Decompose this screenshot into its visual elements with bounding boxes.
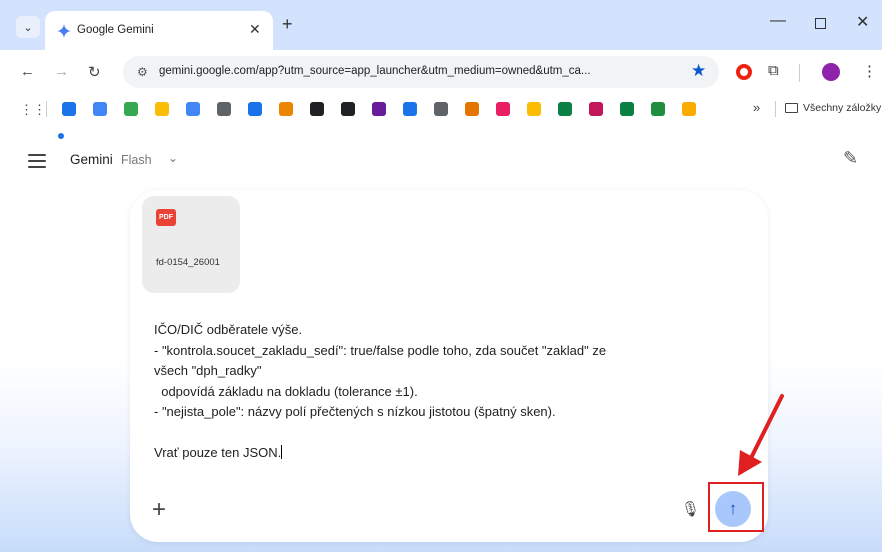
bookmark-icon[interactable]	[682, 102, 696, 116]
bookmark-icon[interactable]	[403, 102, 417, 116]
extensions-icon[interactable]: ⧉	[768, 62, 779, 79]
bookmark-icon[interactable]	[155, 102, 169, 116]
notification-dot	[58, 133, 64, 139]
attached-file-name: fd-0154_26001	[156, 257, 220, 268]
site-info-icon[interactable]: ⚙	[137, 65, 148, 79]
profile-avatar[interactable]	[822, 63, 840, 81]
menu-kebab-icon[interactable]: ⋮	[862, 62, 877, 80]
prompt-line: odpovídá základu na dokladu (tolerance ±…	[154, 383, 418, 399]
bookmark-icon[interactable]	[496, 102, 510, 116]
prompt-line: Vrať pouze ten JSON.	[154, 445, 282, 460]
bookmark-icon[interactable]	[589, 102, 603, 116]
url-text[interactable]: gemini.google.com/app?utm_source=app_lau…	[159, 65, 591, 77]
close-window-button[interactable]: ✕	[856, 12, 869, 32]
bookmark-icon[interactable]	[186, 102, 200, 116]
all-bookmarks-folder[interactable]: Všechny záložky	[803, 102, 881, 114]
folder-icon	[785, 103, 798, 113]
chevron-down-icon[interactable]: ⌄	[168, 151, 178, 165]
apps-grid-icon[interactable]: ⋮⋮	[20, 102, 46, 118]
gemini-sparkle-icon	[57, 24, 71, 38]
bookmark-icon[interactable]	[279, 102, 293, 116]
bookmark-icon[interactable]	[248, 102, 262, 116]
minimize-button[interactable]: —	[770, 12, 786, 30]
annotation-highlight-box	[708, 482, 764, 532]
prompt-textarea[interactable]: IČO/DIČ odběratele výše. - "kontrola.sou…	[154, 320, 714, 464]
prompt-last-line: Vrať pouze ten JSON.	[154, 443, 714, 464]
add-attachment-button[interactable]: +	[152, 496, 166, 524]
bookmarks-divider	[775, 101, 776, 117]
bookmark-icon[interactable]	[341, 102, 355, 116]
opera-extension-icon[interactable]	[736, 64, 752, 80]
pdf-icon: PDF	[156, 209, 176, 226]
maximize-button[interactable]	[815, 18, 826, 29]
model-selector[interactable]: Flash	[121, 153, 152, 167]
back-button[interactable]: ←	[20, 63, 35, 80]
bookmark-icon[interactable]	[372, 102, 386, 116]
bookmarks-divider	[46, 101, 47, 117]
new-chat-icon[interactable]: ✎	[843, 148, 858, 169]
reload-button[interactable]: ↻	[88, 63, 101, 81]
tab-search-button[interactable]: ⌄	[16, 16, 40, 38]
annotation-arrow-icon	[738, 394, 784, 476]
tab-title: Google Gemini	[77, 24, 154, 36]
tab-close-icon[interactable]: ✕	[249, 21, 261, 38]
bookmarks-bar: ⋮⋮ » Všechny záložky	[0, 94, 882, 124]
bookmark-icon[interactable]	[93, 102, 107, 116]
bookmark-icon[interactable]	[465, 102, 479, 116]
prompt-line	[154, 423, 714, 444]
tab-strip: ⌄ Google Gemini ✕ + — ✕	[0, 0, 882, 50]
bookmark-icon[interactable]	[310, 102, 324, 116]
attached-file-chip[interactable]: PDF fd-0154_26001	[142, 196, 240, 293]
bookmark-icon[interactable]	[620, 102, 634, 116]
prompt-line: - "kontrola.soucet_zakladu_sedí": true/f…	[154, 342, 607, 358]
browser-tab[interactable]: Google Gemini ✕	[45, 11, 273, 50]
microphone-icon[interactable]: 🎙︎	[681, 500, 700, 518]
main-menu-icon[interactable]	[28, 154, 46, 168]
text-caret	[281, 445, 283, 459]
browser-toolbar: ← → ↻ ⚙ gemini.google.com/app?utm_source…	[0, 50, 882, 94]
new-tab-button[interactable]: +	[282, 14, 293, 35]
app-title: Gemini	[70, 152, 113, 167]
bookmark-icon[interactable]	[124, 102, 138, 116]
bookmark-icon[interactable]	[527, 102, 541, 116]
bookmark-icon[interactable]	[558, 102, 572, 116]
more-bookmarks-icon[interactable]: »	[753, 100, 760, 115]
bookmark-icon[interactable]	[651, 102, 665, 116]
bookmark-icon[interactable]	[217, 102, 231, 116]
bookmark-star-icon[interactable]: ★	[691, 61, 706, 81]
address-bar[interactable]: ⚙ gemini.google.com/app?utm_source=app_l…	[123, 56, 719, 88]
forward-button[interactable]: →	[54, 63, 69, 80]
prompt-line: IČO/DIČ odběratele výše.	[154, 322, 303, 337]
prompt-line: všech "dph_radky"	[154, 363, 262, 378]
toolbar-divider	[799, 64, 800, 82]
bookmark-icon[interactable]	[434, 102, 448, 116]
prompt-line: - "nejista_pole": názvy polí přečtených …	[154, 404, 556, 419]
bookmark-icon[interactable]	[62, 102, 76, 116]
prompt-input-card: PDF fd-0154_26001 IČO/DIČ odběratele výš…	[130, 190, 768, 542]
